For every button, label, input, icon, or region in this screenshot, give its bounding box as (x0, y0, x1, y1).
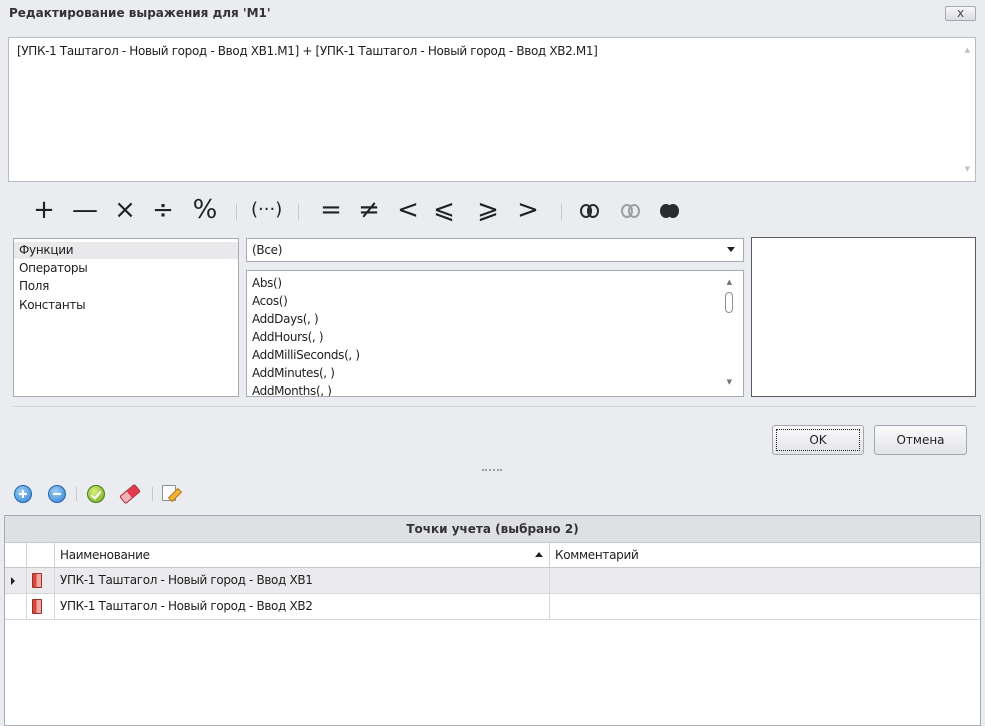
category-item[interactable]: Функции (14, 242, 238, 259)
scroll-up-icon[interactable]: ▲ (965, 46, 970, 54)
scroll-down-icon[interactable]: ▼ (727, 378, 732, 386)
column-header-label: Наименование (60, 548, 150, 562)
function-item[interactable]: AddDays(, ) (252, 310, 319, 328)
table-row[interactable]: УПК-1 Таштагол - Новый город - Ввод ХВ2 (5, 594, 980, 620)
function-list: Abs() Acos() AddDays(, ) AddHours(, ) Ad… (246, 270, 744, 397)
divide-button[interactable]: ÷ (151, 190, 175, 230)
eraser-icon[interactable] (119, 483, 141, 505)
separator (298, 204, 299, 220)
expression-editor-window: Редактирование выражения для 'M1' x [УПК… (0, 0, 985, 726)
add-icon[interactable] (14, 485, 32, 503)
or-icon[interactable] (660, 204, 680, 218)
function-item[interactable]: Abs() (252, 274, 282, 292)
sort-ascending-icon (535, 552, 543, 557)
separator (152, 487, 153, 501)
plus-button[interactable]: + (30, 190, 58, 230)
function-item[interactable]: AddMinutes(, ) (252, 364, 335, 382)
scrollbar-thumb[interactable] (725, 292, 733, 313)
edit-icon[interactable] (162, 485, 176, 501)
cancel-button[interactable]: Отмена (874, 425, 967, 455)
indicator-header (5, 543, 27, 567)
splitter-grip[interactable] (482, 469, 502, 471)
category-item[interactable]: Операторы (14, 260, 238, 277)
divider (13, 406, 976, 407)
row-indicator (5, 594, 27, 619)
less-button[interactable]: < (396, 190, 420, 230)
category-item[interactable]: Поля (14, 278, 238, 295)
window-title: Редактирование выражения для 'M1' (9, 6, 271, 20)
function-item[interactable]: Acos() (252, 292, 288, 310)
icon-cell (27, 594, 55, 619)
expression-editor[interactable]: [УПК-1 Таштагол - Новый город - Ввод ХВ1… (8, 37, 976, 182)
check-icon[interactable] (87, 485, 105, 503)
minus-button[interactable]: — (70, 190, 100, 230)
function-item[interactable]: AddMilliSeconds(, ) (252, 346, 360, 364)
expression-text[interactable]: [УПК-1 Таштагол - Новый город - Ввод ХВ1… (17, 44, 598, 58)
grid-toolbar (0, 483, 985, 507)
modulo-button[interactable]: % (190, 190, 220, 230)
grid-header: Наименование Комментарий (5, 543, 980, 568)
not-icon[interactable] (621, 204, 641, 218)
function-filter-dropdown[interactable]: (Все) (246, 238, 744, 262)
less-equal-button[interactable]: ⩽ (430, 190, 458, 230)
name-cell[interactable]: УПК-1 Таштагол - Новый город - Ввод ХВ2 (55, 594, 550, 619)
category-item[interactable]: Константы (14, 297, 238, 314)
function-item[interactable]: AddMonths(, ) (252, 382, 332, 396)
icon-cell (27, 568, 55, 593)
title-bar: Редактирование выражения для 'M1' x (0, 0, 985, 29)
thermometer-icon (32, 599, 42, 614)
ok-button[interactable]: OK (772, 425, 864, 455)
focus-rect (776, 429, 860, 451)
metering-points-grid: Точки учета (выбрано 2) Наименование Ком… (4, 515, 981, 726)
scroll-up-icon[interactable]: ▲ (727, 278, 732, 286)
name-cell[interactable]: УПК-1 Таштагол - Новый город - Ввод ХВ1 (55, 568, 550, 593)
scroll-down-icon[interactable]: ▼ (965, 165, 970, 173)
greater-equal-button[interactable]: ⩾ (474, 190, 502, 230)
current-row-icon (11, 577, 15, 585)
column-header-name[interactable]: Наименование (55, 543, 550, 567)
equal-button[interactable]: = (317, 190, 345, 230)
description-panel (751, 237, 976, 397)
and-icon[interactable] (580, 204, 600, 218)
table-row[interactable]: УПК-1 Таштагол - Новый город - Ввод ХВ1 (5, 568, 980, 594)
category-list: Функции Операторы Поля Константы (13, 238, 239, 397)
parentheses-button[interactable]: (···) (251, 190, 282, 230)
not-equal-button[interactable]: ≠ (355, 190, 383, 230)
icon-header (27, 543, 55, 567)
chevron-down-icon[interactable] (727, 247, 735, 252)
grid-caption: Точки учета (выбрано 2) (5, 516, 980, 543)
comment-cell[interactable] (550, 568, 980, 593)
operator-toolbar: + — × ÷ % (···) = ≠ < ⩽ ⩾ > (0, 190, 985, 230)
function-item[interactable]: AddHours(, ) (252, 328, 324, 346)
separator (561, 204, 562, 220)
column-header-comment[interactable]: Комментарий (550, 543, 980, 567)
separator (236, 204, 237, 220)
separator (76, 487, 77, 501)
multiply-button[interactable]: × (113, 190, 137, 230)
remove-icon[interactable] (48, 485, 66, 503)
comment-cell[interactable] (550, 594, 980, 619)
filter-value: (Все) (252, 243, 283, 257)
row-indicator (5, 568, 27, 593)
close-button[interactable]: x (945, 6, 976, 21)
greater-button[interactable]: > (516, 190, 540, 230)
thermometer-icon (32, 573, 42, 588)
